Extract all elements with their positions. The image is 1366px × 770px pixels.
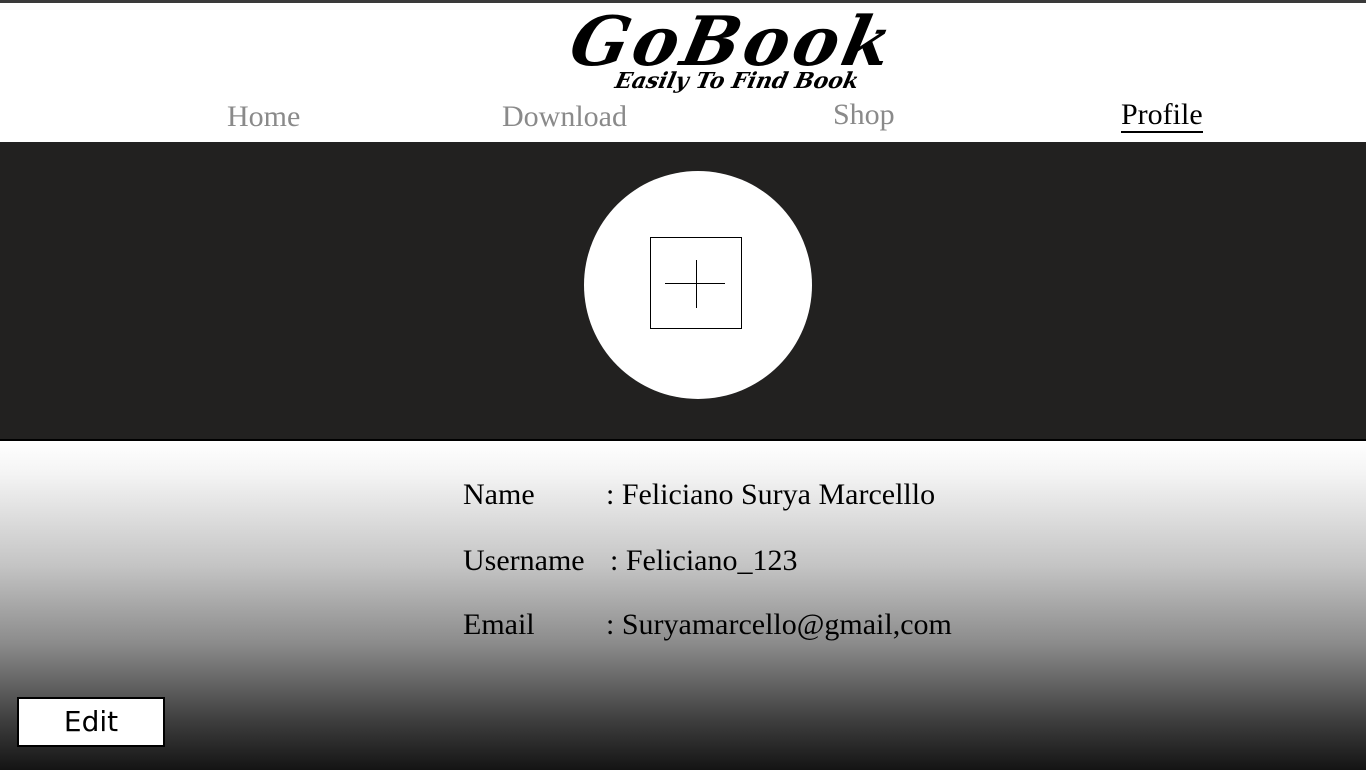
logo-tagline: Easily To Find Book — [612, 68, 862, 94]
name-label: Name — [463, 478, 535, 511]
email-value: : Suryamarcello@gmail,com — [606, 608, 952, 641]
nav-profile[interactable]: Profile — [1121, 99, 1203, 133]
username-label: Username — [463, 544, 585, 577]
add-photo-button[interactable] — [650, 237, 742, 329]
profile-info: Name : Feliciano Surya Marcelllo Usernam… — [0, 439, 1366, 770]
nav-home[interactable]: Home — [227, 99, 300, 135]
avatar — [584, 171, 812, 399]
plus-icon — [665, 283, 725, 284]
email-label: Email — [463, 608, 535, 641]
username-value: : Feliciano_123 — [610, 544, 798, 577]
nav-shop[interactable]: Shop — [833, 97, 895, 133]
plus-icon-vertical — [696, 260, 697, 308]
edit-button[interactable]: Edit — [17, 697, 165, 747]
profile-banner — [0, 143, 1366, 439]
name-value: : Feliciano Surya Marcelllo — [606, 478, 936, 511]
nav-download[interactable]: Download — [502, 99, 627, 135]
